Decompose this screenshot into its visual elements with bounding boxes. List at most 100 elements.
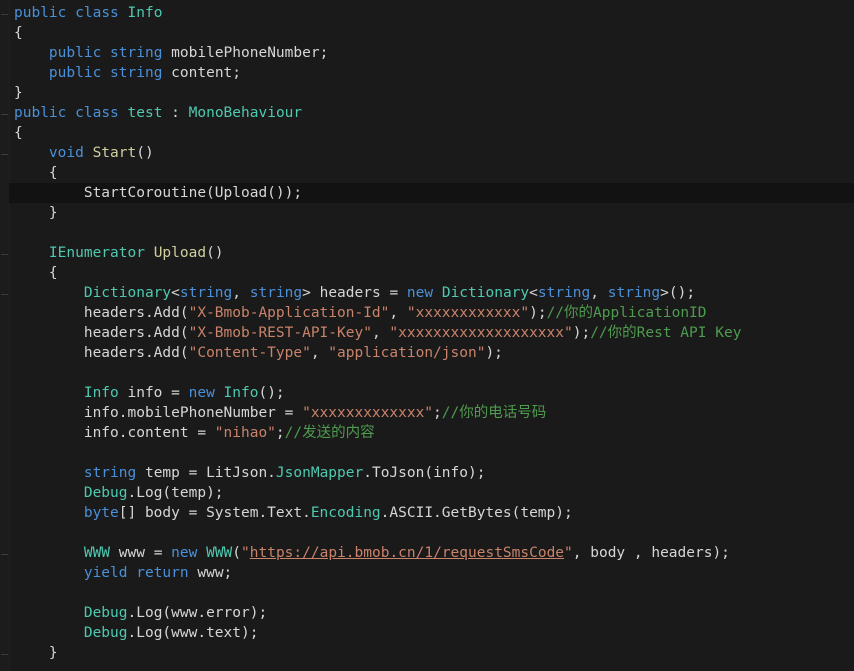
code-token-str: "Content-Type" bbox=[189, 345, 311, 361]
code-line[interactable]: WWW www = new WWW("https://api.bmob.cn/1… bbox=[9, 543, 854, 563]
code-token-str: "application/json" bbox=[328, 345, 485, 361]
line-indent bbox=[14, 505, 84, 521]
code-line[interactable]: headers.Add("Content-Type", "application… bbox=[9, 343, 854, 363]
line-indent bbox=[14, 285, 84, 301]
code-line[interactable]: yield return www; bbox=[9, 563, 854, 583]
code-line[interactable]: public string content; bbox=[9, 63, 854, 83]
line-indent bbox=[14, 345, 84, 361]
code-line[interactable]: IEnumerator Upload() bbox=[9, 243, 854, 263]
code-line[interactable]: info.mobilePhoneNumber = "xxxxxxxxxxxxx"… bbox=[9, 403, 854, 423]
code-token-plain: , bbox=[232, 285, 249, 301]
line-indent bbox=[14, 145, 49, 161]
fold-collapse-icon[interactable] bbox=[1, 554, 8, 555]
code-token-kw: string bbox=[110, 65, 162, 81]
code-token-type: JsonMapper bbox=[276, 465, 363, 481]
code-token-meth: Upload bbox=[154, 245, 206, 261]
code-line[interactable] bbox=[9, 523, 854, 543]
code-token-str: "nihao" bbox=[215, 425, 276, 441]
code-token-type: WWW bbox=[84, 545, 110, 561]
code-line[interactable] bbox=[9, 443, 854, 463]
code-token-type: Debug bbox=[84, 625, 128, 641]
code-token-cmt: //发送的内容 bbox=[285, 425, 375, 441]
code-editor[interactable]: public class Info{ public string mobileP… bbox=[0, 0, 854, 671]
code-line[interactable]: } bbox=[9, 83, 854, 103]
code-line[interactable]: { bbox=[9, 123, 854, 143]
code-token-kw: public bbox=[14, 5, 66, 21]
line-indent bbox=[14, 265, 49, 281]
code-token-plain: [] body = System.Text. bbox=[119, 505, 311, 521]
code-line[interactable]: headers.Add("X-Bmob-Application-Id", "xx… bbox=[9, 303, 854, 323]
code-line[interactable]: { bbox=[9, 163, 854, 183]
fold-collapse-icon[interactable] bbox=[1, 14, 8, 15]
code-line[interactable]: } bbox=[9, 203, 854, 223]
code-line[interactable]: { bbox=[9, 263, 854, 283]
code-lines-container[interactable]: public class Info{ public string mobileP… bbox=[9, 0, 854, 671]
line-indent bbox=[14, 485, 84, 501]
code-token-str: " bbox=[241, 545, 250, 561]
code-line[interactable]: Debug.Log(temp); bbox=[9, 483, 854, 503]
fold-collapse-icon[interactable] bbox=[1, 154, 8, 155]
code-token-kw: public bbox=[14, 105, 66, 121]
code-token-plain bbox=[433, 285, 442, 301]
code-token-link[interactable]: https://api.bmob.cn/1/requestSmsCode bbox=[250, 545, 564, 561]
code-token-plain: ); bbox=[485, 345, 502, 361]
fold-collapse-icon[interactable] bbox=[1, 114, 8, 115]
line-indent bbox=[14, 185, 84, 201]
code-line[interactable]: string temp = LitJson.JsonMapper.ToJson(… bbox=[9, 463, 854, 483]
code-line[interactable]: { bbox=[9, 23, 854, 43]
code-token-kw: string bbox=[180, 285, 232, 301]
code-token-plain: info.content = bbox=[84, 425, 215, 441]
code-token-plain: () bbox=[136, 145, 153, 161]
code-token-type: Encoding bbox=[311, 505, 381, 521]
code-token-type: Debug bbox=[84, 485, 128, 501]
code-token-plain bbox=[197, 545, 206, 561]
code-line[interactable]: StartCoroutine(Upload()); bbox=[9, 183, 854, 203]
code-token-plain: < bbox=[171, 285, 180, 301]
line-indent bbox=[14, 165, 49, 181]
code-token-kw: public bbox=[49, 65, 101, 81]
code-token-plain: ; bbox=[433, 405, 442, 421]
code-line[interactable] bbox=[9, 223, 854, 243]
code-token-type: Info bbox=[128, 5, 163, 21]
code-token-brace: } bbox=[49, 205, 58, 221]
code-token-kw: public bbox=[49, 45, 101, 61]
code-token-plain: ( bbox=[232, 545, 241, 561]
code-line[interactable] bbox=[9, 363, 854, 383]
code-line[interactable]: Info info = new Info(); bbox=[9, 383, 854, 403]
line-indent bbox=[14, 625, 84, 641]
code-line[interactable]: public string mobilePhoneNumber; bbox=[9, 43, 854, 63]
code-token-plain bbox=[119, 105, 128, 121]
code-line[interactable]: public class Info bbox=[9, 3, 854, 23]
code-token-plain: , bbox=[372, 325, 389, 341]
code-token-kw: return bbox=[136, 565, 188, 581]
code-token-kw: new bbox=[189, 385, 215, 401]
code-token-kw: string bbox=[250, 285, 302, 301]
code-token-type: Info bbox=[84, 385, 119, 401]
fold-collapse-icon[interactable] bbox=[1, 294, 8, 295]
fold-collapse-icon[interactable] bbox=[1, 254, 8, 255]
code-token-str: "X-Bmob-REST-API-Key" bbox=[189, 325, 372, 341]
code-token-kw: new bbox=[171, 545, 197, 561]
fold-collapse-icon[interactable] bbox=[1, 654, 8, 655]
code-token-plain: headers.Add( bbox=[84, 345, 189, 361]
code-token-plain bbox=[101, 45, 110, 61]
code-line[interactable]: } bbox=[9, 643, 854, 663]
code-line[interactable] bbox=[9, 583, 854, 603]
code-line[interactable]: public class test : MonoBehaviour bbox=[9, 103, 854, 123]
code-token-kw: class bbox=[75, 105, 119, 121]
code-line[interactable]: void Start() bbox=[9, 143, 854, 163]
code-token-plain: < bbox=[529, 285, 538, 301]
code-token-plain: temp = LitJson. bbox=[136, 465, 276, 481]
code-token-str: "xxxxxxxxxxxxx" bbox=[302, 405, 433, 421]
code-line[interactable]: Debug.Log(www.text); bbox=[9, 623, 854, 643]
code-line[interactable]: byte[] body = System.Text.Encoding.ASCII… bbox=[9, 503, 854, 523]
code-token-str: "X-Bmob-Application-Id" bbox=[189, 305, 390, 321]
code-line[interactable]: Debug.Log(www.error); bbox=[9, 603, 854, 623]
code-token-cmt: //你的Rest API Key bbox=[590, 325, 741, 341]
line-indent bbox=[14, 325, 84, 341]
code-line[interactable]: headers.Add("X-Bmob-REST-API-Key", "xxxx… bbox=[9, 323, 854, 343]
code-token-plain: >(); bbox=[660, 285, 695, 301]
code-token-plain: , bbox=[389, 305, 406, 321]
code-line[interactable]: info.content = "nihao";//发送的内容 bbox=[9, 423, 854, 443]
code-line[interactable]: Dictionary<string, string> headers = new… bbox=[9, 283, 854, 303]
